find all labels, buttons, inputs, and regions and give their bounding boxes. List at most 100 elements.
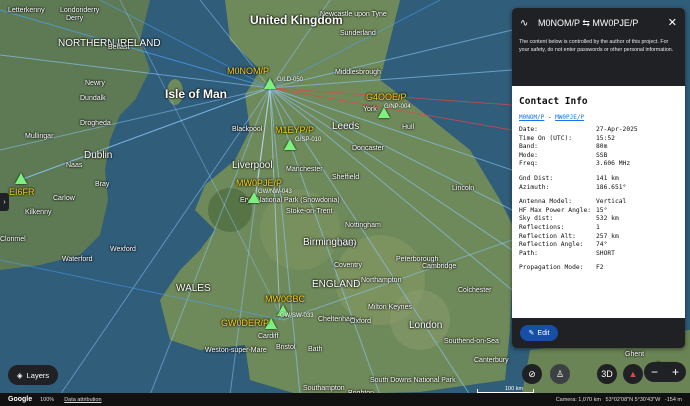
place-label: Canterbury — [474, 357, 509, 364]
zoom-in-button[interactable]: + — [672, 365, 679, 379]
zoom-percentage: 100% — [40, 396, 55, 403]
view-3d-label: 3D — [601, 369, 613, 379]
detail-key: Freq: — [519, 160, 538, 168]
station-callsign-label[interactable]: MW0CBC — [265, 294, 305, 304]
detail-row: Gnd Dist: 141 km — [519, 175, 678, 184]
detail-value: Vertical — [596, 198, 627, 206]
place-label: Carlow — [53, 195, 75, 202]
layers-label: Layers — [26, 370, 50, 380]
summit-ref-label: GW/SW-033 — [280, 313, 314, 319]
place-label: York — [363, 106, 377, 113]
station-link-separator: - — [544, 114, 556, 121]
scale-label: 100 km — [505, 386, 524, 392]
hide-layers-icon[interactable]: ⊘ — [522, 364, 542, 384]
google-logo: Google — [8, 396, 33, 403]
place-label: Mullingar — [25, 133, 54, 140]
zoom-controls: − + — [644, 362, 686, 382]
detail-row: Time On (UTC): 15:52 — [519, 135, 678, 144]
compass-icon[interactable]: ▲ — [623, 364, 643, 384]
layers-button[interactable]: ◈ Layers — [8, 365, 58, 385]
place-label: Isle of Man — [165, 87, 228, 101]
edit-button[interactable]: ✎ Edit — [520, 325, 558, 341]
station-callsign-label[interactable]: G4OOE/P — [366, 92, 407, 102]
station-callsign-label[interactable]: GW0DER/P — [221, 318, 269, 328]
layers-icon: ◈ — [16, 370, 23, 380]
data-attribution-link[interactable]: Data attribution — [64, 397, 101, 403]
place-label: Cambridge — [422, 263, 457, 270]
station-callsign-label[interactable]: M1EYP/P — [275, 125, 314, 135]
detail-key: Mode: — [519, 151, 538, 159]
detail-value: 74° — [596, 241, 608, 249]
propagation-details-group: Antenna Model: Vertical HF Max Power Angle… — [519, 198, 678, 258]
camera-altitude: Camera: 1,070 km — [555, 396, 601, 403]
place-label: Middlesbrough — [335, 69, 381, 76]
place-label: Kilkenny — [25, 209, 52, 216]
detail-key: Propagation Mode: — [519, 264, 584, 272]
detail-row: Band: 80m — [519, 143, 678, 152]
place-label: Weston-super-Mare — [205, 347, 267, 354]
station-callsign-label[interactable]: MW0PJE/P — [236, 178, 282, 188]
detail-key: Reflection Alt: — [519, 232, 576, 240]
place-label: Sunderland — [340, 30, 376, 37]
detail-key: Antenna Model: — [519, 198, 573, 206]
place-label: Peterborough — [396, 256, 439, 263]
panel-content: Contact Info M0NOM/P - MW0PJE/P Date: 27-… — [512, 86, 685, 281]
panel-footer: ✎ Edit — [512, 318, 685, 348]
cursor-coordinates: 53°02'08"N 5°30'43"W — [605, 396, 661, 403]
place-label: Clonmel — [0, 236, 26, 243]
author-disclaimer: The content below is controlled by the a… — [519, 39, 674, 53]
elevation: -154 m — [664, 396, 682, 403]
station-callsign-label[interactable]: M0NOM/P — [227, 66, 269, 76]
place-label: Doncaster — [352, 145, 384, 152]
summit-ref-label: GW/NW-043 — [258, 189, 292, 195]
summit-ref-label: G/NP-004 — [384, 104, 411, 110]
detail-value: 532 km — [596, 215, 619, 223]
place-label: Oxford — [350, 318, 372, 325]
close-icon[interactable]: ✕ — [668, 16, 677, 29]
place-label: Bristol — [276, 344, 296, 351]
place-label: ENGLAND — [312, 279, 361, 290]
place-label: Nottingham — [345, 222, 381, 229]
station-callsign-label[interactable]: EI6FR — [9, 187, 35, 197]
detail-key: Date: — [519, 126, 538, 133]
detail-key: HF Max Power Angle: — [519, 206, 592, 214]
detail-value: 141 km — [596, 174, 619, 182]
detail-row: HF Max Power Angle: 15° — [519, 207, 678, 216]
place-label: Sheffield — [332, 174, 360, 181]
camera-info: Camera: 1,070 km 53°02'08"N 5°30'43"W -1… — [556, 397, 682, 403]
station-link-b[interactable]: MW0PJE/P — [555, 114, 584, 121]
summit-marker-icon[interactable] — [264, 78, 276, 89]
pegman-icon[interactable]: ♙ — [550, 364, 570, 384]
detail-value: 15° — [596, 206, 608, 214]
place-label: Ghent — [625, 351, 645, 358]
place-label: Dublin — [84, 150, 113, 161]
place-label: Belfast — [108, 44, 130, 51]
status-bar: Google 100% Data attribution Camera: 1,0… — [0, 393, 690, 406]
place-label: Colchester — [458, 287, 492, 294]
summit-ref-label: G/SP-010 — [295, 137, 322, 143]
place-label: Drogheda — [80, 120, 111, 127]
place-label: Stoke-on-Trent — [286, 208, 333, 215]
summit-marker-icon[interactable] — [15, 173, 27, 184]
distance-group: Gnd Dist: 141 km Azimuth: 186.651° — [519, 175, 678, 192]
propagation-mode-group: Propagation Mode: F2 — [519, 264, 678, 273]
detail-value: 186.651° — [596, 183, 627, 191]
place-label: Bray — [95, 181, 110, 188]
panel-title: M0NOM/P ⇆ MW0PJE/P — [538, 18, 639, 28]
place-label: Blackpool — [232, 126, 263, 133]
station-link-a[interactable]: M0NOM/P — [519, 114, 544, 121]
place-label: Birmingham — [303, 237, 357, 248]
place-label: Newry — [85, 80, 105, 87]
detail-value: 80m — [596, 143, 608, 151]
sidebar-toggle-button[interactable]: › — [0, 193, 9, 211]
place-label: Naas — [66, 162, 83, 169]
zoom-out-button[interactable]: − — [651, 365, 658, 379]
place-label: Waterford — [62, 256, 93, 263]
detail-row: Sky dist: 532 km — [519, 215, 678, 224]
view-3d-button[interactable]: 3D — [597, 364, 617, 384]
detail-row: Date: 27-Apr-2025 — [519, 126, 678, 135]
place-label: Cardiff — [258, 333, 279, 340]
detail-value: 3.606 MHz — [596, 160, 631, 168]
detail-row: Azimuth: 186.651° — [519, 184, 678, 193]
detail-key: Time On (UTC): — [519, 134, 573, 142]
